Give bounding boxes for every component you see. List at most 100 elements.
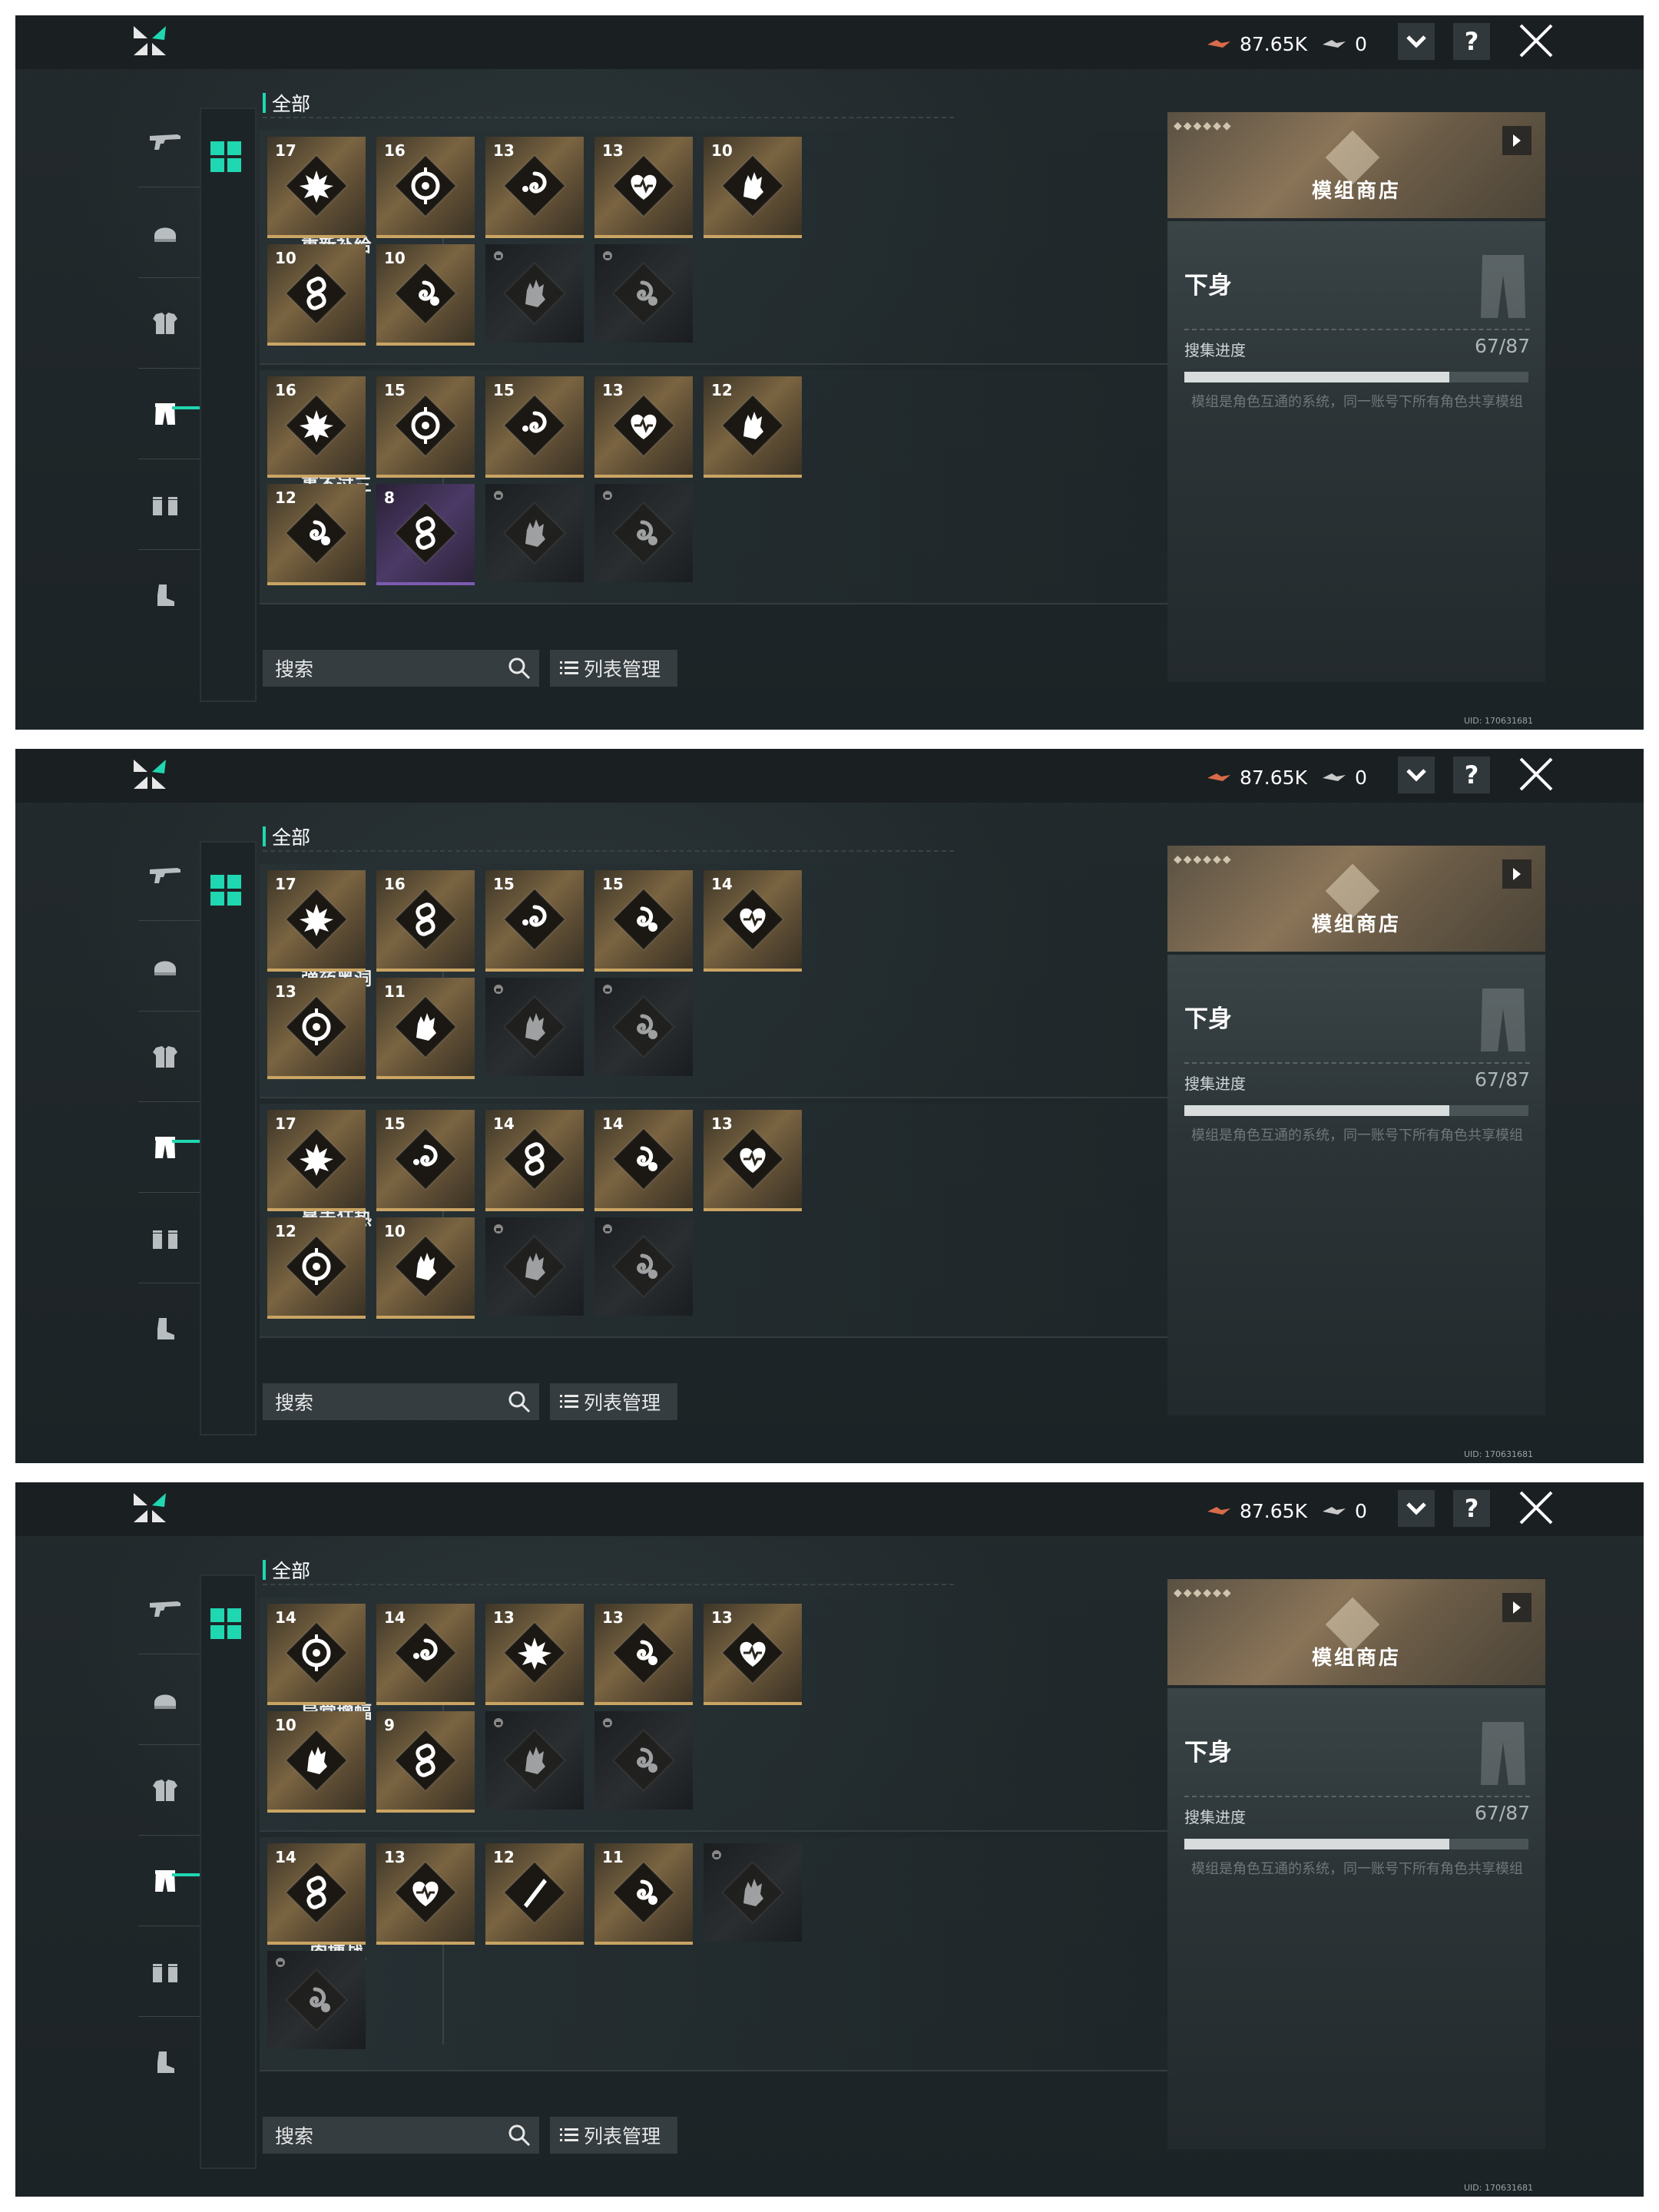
mod-card[interactable]: 12 <box>267 1217 366 1319</box>
mod-shop-banner[interactable]: ◆◆◆◆◆◆ 模组商店 <box>1167 1579 1545 1685</box>
mod-card[interactable]: 13 <box>704 1110 802 1211</box>
nav-item-gloves[interactable] <box>123 474 207 535</box>
mod-card[interactable] <box>485 484 584 582</box>
mod-card[interactable]: 16 <box>376 137 475 238</box>
nav-item-leg-armor[interactable] <box>123 1117 207 1178</box>
mod-card[interactable]: 10 <box>267 244 366 346</box>
nav-item-boots[interactable] <box>123 1298 207 1359</box>
mod-card[interactable]: 11 <box>594 1843 693 1945</box>
helmet-icon <box>154 1694 176 1709</box>
search-input[interactable]: 搜索 <box>263 2117 539 2154</box>
mod-card[interactable]: 14 <box>376 1604 475 1705</box>
mod-card[interactable] <box>594 1217 693 1316</box>
mod-shop-banner[interactable]: ◆◆◆◆◆◆ 模组商店 <box>1167 112 1545 218</box>
mod-card[interactable]: 13 <box>704 1604 802 1705</box>
mod-card[interactable]: 10 <box>267 1711 366 1813</box>
mod-card[interactable]: 12 <box>267 484 366 585</box>
close-icon[interactable] <box>1515 753 1558 796</box>
mod-card[interactable] <box>594 978 693 1076</box>
mod-card[interactable]: 17 <box>267 870 366 972</box>
nav-item-helmet[interactable] <box>123 935 207 997</box>
dropdown-button[interactable] <box>1398 23 1435 60</box>
mod-card[interactable]: 13 <box>376 1843 475 1945</box>
mod-card[interactable] <box>594 484 693 582</box>
help-button[interactable]: ? <box>1453 23 1490 60</box>
help-button[interactable]: ? <box>1453 757 1490 793</box>
mod-card[interactable]: 12 <box>704 376 802 478</box>
grid-view-icon[interactable] <box>209 140 243 174</box>
mod-card[interactable]: 15 <box>594 870 693 972</box>
mod-card[interactable]: 17 <box>267 1110 366 1211</box>
mod-card[interactable]: 13 <box>485 137 584 238</box>
close-icon[interactable] <box>1515 19 1558 62</box>
dropdown-button[interactable] <box>1398 757 1435 793</box>
mod-card[interactable]: 10 <box>704 137 802 238</box>
mod-card[interactable] <box>594 1711 693 1810</box>
nav-item-boots[interactable] <box>123 565 207 626</box>
mod-card[interactable]: 14 <box>267 1604 366 1705</box>
help-button[interactable]: ? <box>1453 1490 1490 1527</box>
mod-card[interactable]: 9 <box>376 1711 475 1813</box>
mod-card[interactable] <box>485 1711 584 1810</box>
boots-icon <box>157 584 174 606</box>
lock-icon <box>494 1718 503 1727</box>
mod-shop-banner[interactable]: ◆◆◆◆◆◆ 模组商店 <box>1167 846 1545 952</box>
mod-card[interactable]: 13 <box>594 376 693 478</box>
list-manage-button[interactable]: 列表管理 <box>550 1383 677 1420</box>
mod-card[interactable]: 14 <box>485 1110 584 1211</box>
shop-arrow-button[interactable] <box>1502 859 1532 889</box>
grid-view-icon[interactable] <box>209 873 243 907</box>
mod-card[interactable]: 13 <box>267 978 366 1079</box>
mod-card[interactable]: 16 <box>267 376 366 478</box>
close-icon[interactable] <box>1515 1486 1558 1529</box>
nav-item-boots[interactable] <box>123 2032 207 2093</box>
mod-card[interactable]: 15 <box>376 376 475 478</box>
mod-card[interactable]: 12 <box>485 1843 584 1945</box>
mod-card[interactable]: 8 <box>376 484 475 585</box>
search-icon[interactable] <box>507 1389 531 1414</box>
mod-card[interactable]: 10 <box>376 1217 475 1319</box>
nav-item-helmet[interactable] <box>123 1669 207 1730</box>
nav-item-weapon[interactable] <box>123 1578 207 1640</box>
mod-card[interactable]: 14 <box>594 1110 693 1211</box>
mod-card[interactable]: 15 <box>376 1110 475 1211</box>
shop-arrow-button[interactable] <box>1502 126 1532 155</box>
nav-item-gloves[interactable] <box>123 1207 207 1269</box>
mod-card[interactable] <box>704 1843 802 1942</box>
mod-card[interactable]: 14 <box>704 870 802 972</box>
mod-card[interactable]: 17 <box>267 137 366 238</box>
list-manage-button[interactable]: 列表管理 <box>550 650 677 687</box>
mod-card[interactable]: 14 <box>267 1843 366 1945</box>
nav-item-helmet[interactable] <box>123 202 207 263</box>
mod-card[interactable]: 13 <box>594 137 693 238</box>
grid-view-icon[interactable] <box>209 1607 243 1641</box>
spiral-icon <box>393 1127 458 1191</box>
nav-item-leg-armor[interactable] <box>123 383 207 445</box>
list-manage-button[interactable]: 列表管理 <box>550 2117 677 2154</box>
search-icon[interactable] <box>507 656 531 680</box>
nav-item-gloves[interactable] <box>123 1941 207 2002</box>
nav-item-chest-armor[interactable] <box>123 1026 207 1088</box>
mod-card[interactable] <box>594 244 693 343</box>
mod-card[interactable]: 10 <box>376 244 475 346</box>
shop-arrow-button[interactable] <box>1502 1593 1532 1622</box>
mod-card[interactable]: 13 <box>485 1604 584 1705</box>
nav-item-chest-armor[interactable] <box>123 293 207 354</box>
nav-item-chest-armor[interactable] <box>123 1760 207 1821</box>
mod-card[interactable]: 15 <box>485 376 584 478</box>
dropdown-button[interactable] <box>1398 1490 1435 1527</box>
mod-card[interactable]: 11 <box>376 978 475 1079</box>
nav-item-weapon[interactable] <box>123 111 207 173</box>
mod-card[interactable]: 15 <box>485 870 584 972</box>
mod-card[interactable] <box>267 1951 366 2049</box>
mod-card[interactable]: 16 <box>376 870 475 972</box>
mod-card[interactable] <box>485 244 584 343</box>
mod-card[interactable] <box>485 978 584 1076</box>
mod-card[interactable]: 13 <box>594 1604 693 1705</box>
search-input[interactable]: 搜索 <box>263 1383 539 1420</box>
search-icon[interactable] <box>507 2123 531 2147</box>
nav-item-weapon[interactable] <box>123 845 207 906</box>
nav-item-leg-armor[interactable] <box>123 1850 207 1912</box>
search-input[interactable]: 搜索 <box>263 650 539 687</box>
mod-card[interactable] <box>485 1217 584 1316</box>
